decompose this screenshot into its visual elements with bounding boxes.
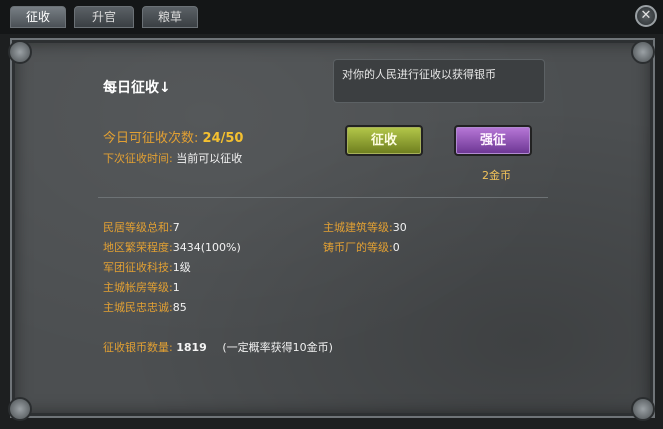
description-box: 对你的人民进行征收以获得银币 [333, 59, 545, 103]
corner-ornament [631, 397, 655, 421]
tab-promotion[interactable]: 升官 [74, 6, 134, 28]
stat-label: 地区繁荣程度: [103, 241, 173, 254]
stat-legion-tech: 军团征收科技:1级 [103, 259, 191, 275]
divider [98, 197, 548, 198]
yield-note: (一定概率获得10金币) [222, 341, 333, 354]
corner-ornament [8, 397, 32, 421]
force-cost: 2金币 [482, 169, 511, 182]
next-collect-label: 下次征收时间: [103, 152, 173, 165]
close-icon[interactable]: ✕ [635, 5, 657, 27]
yield-value: 1819 [176, 341, 207, 354]
corner-ornament [631, 40, 655, 64]
section-title: 每日征收↓ [103, 80, 171, 96]
collect-button[interactable]: 征收 [345, 125, 423, 156]
stat-building-level: 主城建筑等级:30 [323, 219, 407, 235]
next-collect-time: 下次征收时间: 当前可以征收 [103, 150, 242, 166]
stat-prosperity: 地区繁荣程度:3434(100%) [103, 239, 241, 255]
tab-provisions[interactable]: 粮草 [142, 6, 198, 28]
stat-residence-level: 民居等级总和:7 [103, 219, 180, 235]
stat-value: 1级 [172, 261, 191, 274]
stat-label: 民居等级总和: [103, 221, 173, 234]
silver-yield: 征收银币数量: 1819 (一定概率获得10金币) [103, 339, 333, 355]
collect-count-label: 今日可征收次数: [103, 131, 199, 146]
stat-value: 3434(100%) [172, 241, 241, 254]
stat-label: 主城建筑等级: [323, 221, 393, 234]
stat-mint-level: 铸币厂的等级:0 [323, 239, 400, 255]
stat-label: 军团征收科技: [103, 261, 173, 274]
yield-label: 征收银币数量: [103, 341, 173, 354]
tab-collect[interactable]: 征收 [10, 6, 66, 28]
stat-value: 0 [392, 241, 400, 254]
tab-bar: 征收 升官 粮草 ✕ [0, 0, 663, 34]
stat-loyalty: 主城民忠忠诚:85 [103, 299, 187, 315]
collect-count-value: 24/50 [202, 131, 244, 146]
stat-value: 30 [392, 221, 407, 234]
stat-value: 1 [172, 281, 180, 294]
collect-count: 今日可征收次数: 24/50 [103, 127, 243, 146]
next-collect-value: 当前可以征收 [176, 152, 243, 165]
stat-label: 铸币厂的等级: [323, 241, 393, 254]
force-collect-button[interactable]: 强征 [454, 125, 532, 156]
stat-value: 7 [172, 221, 180, 234]
stat-value: 85 [172, 301, 187, 314]
corner-ornament [8, 40, 32, 64]
stat-label: 主城民忠忠诚: [103, 301, 173, 314]
stat-label: 主城帐房等级: [103, 281, 173, 294]
stat-accounting-level: 主城帐房等级:1 [103, 279, 180, 295]
